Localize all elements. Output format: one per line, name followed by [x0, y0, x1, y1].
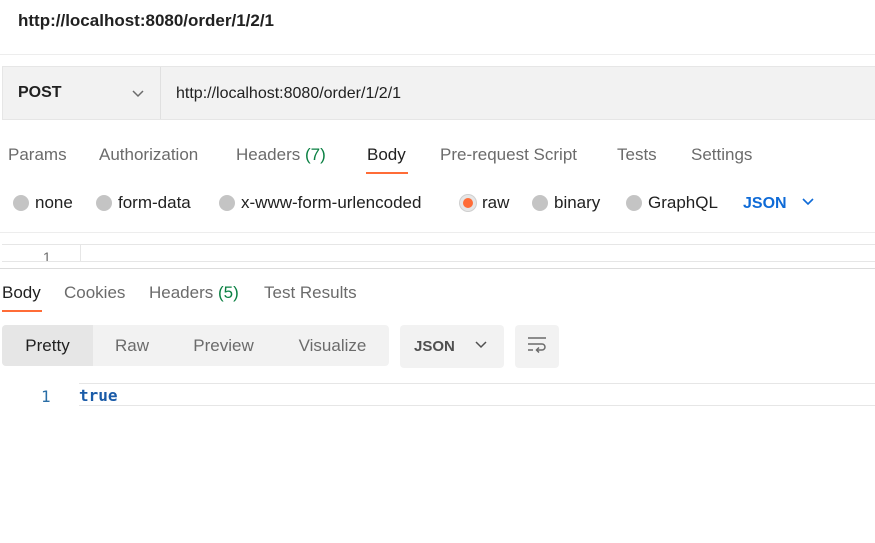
response-format-label: JSON — [414, 338, 455, 355]
tab-body[interactable]: Body — [367, 145, 406, 165]
radio-none[interactable]: none — [13, 193, 73, 213]
request-title: http://localhost:8080/order/1/2/1 — [18, 11, 275, 30]
line-number: 1 — [43, 249, 51, 262]
headers-count: (7) — [305, 145, 326, 164]
method-select[interactable]: POST — [2, 66, 160, 120]
response-body-value: true — [79, 386, 118, 405]
radio-x-www-form-urlencoded[interactable]: x-www-form-urlencoded — [219, 193, 421, 213]
body-language-select[interactable]: JSON — [743, 194, 815, 213]
radio-icon — [626, 195, 642, 211]
wrap-lines-icon — [526, 335, 548, 358]
editor-gutter — [2, 245, 81, 261]
response-tab-test-results[interactable]: Test Results — [264, 283, 357, 303]
view-preview[interactable]: Preview — [171, 325, 276, 366]
method-label: POST — [18, 84, 62, 101]
radio-graphql[interactable]: GraphQL — [626, 193, 718, 213]
active-tab-indicator — [2, 310, 42, 312]
radio-icon — [532, 195, 548, 211]
radio-icon — [219, 195, 235, 211]
pane-resizer[interactable] — [0, 268, 875, 269]
radio-binary[interactable]: binary — [532, 193, 600, 213]
view-raw[interactable]: Raw — [93, 325, 171, 366]
chevron-down-icon — [130, 85, 146, 101]
divider — [0, 54, 875, 55]
response-format-select[interactable]: JSON — [400, 325, 504, 368]
radio-form-data[interactable]: form-data — [96, 193, 191, 213]
tab-authorization[interactable]: Authorization — [99, 145, 198, 165]
wrap-lines-button[interactable] — [515, 325, 559, 368]
radio-selected-icon — [460, 195, 476, 211]
active-tab-indicator — [366, 172, 408, 174]
radio-icon — [96, 195, 112, 211]
line-number: 1 — [41, 387, 51, 406]
view-visualize[interactable]: Visualize — [276, 325, 389, 366]
chevron-down-icon — [474, 337, 488, 356]
tab-params[interactable]: Params — [8, 145, 67, 165]
radio-raw[interactable]: raw — [460, 193, 509, 213]
headers-count: (5) — [218, 283, 239, 302]
response-tab-headers[interactable]: Headers (5) — [149, 283, 239, 303]
divider — [0, 232, 875, 233]
body-language-label: JSON — [743, 194, 787, 212]
tab-pre-request-script[interactable]: Pre-request Script — [440, 145, 577, 165]
tab-settings[interactable]: Settings — [691, 145, 752, 165]
view-pretty[interactable]: Pretty — [2, 325, 93, 366]
chevron-down-icon — [801, 194, 815, 213]
url-input[interactable]: http://localhost:8080/order/1/2/1 — [176, 85, 401, 103]
response-tab-body[interactable]: Body — [2, 283, 41, 303]
radio-icon — [13, 195, 29, 211]
divider — [160, 67, 161, 119]
tab-tests[interactable]: Tests — [617, 145, 657, 165]
tab-headers[interactable]: Headers (7) — [236, 145, 326, 165]
request-body-editor[interactable]: 1 — [2, 244, 875, 262]
response-body-line — [79, 383, 875, 406]
response-tab-cookies[interactable]: Cookies — [64, 283, 125, 303]
